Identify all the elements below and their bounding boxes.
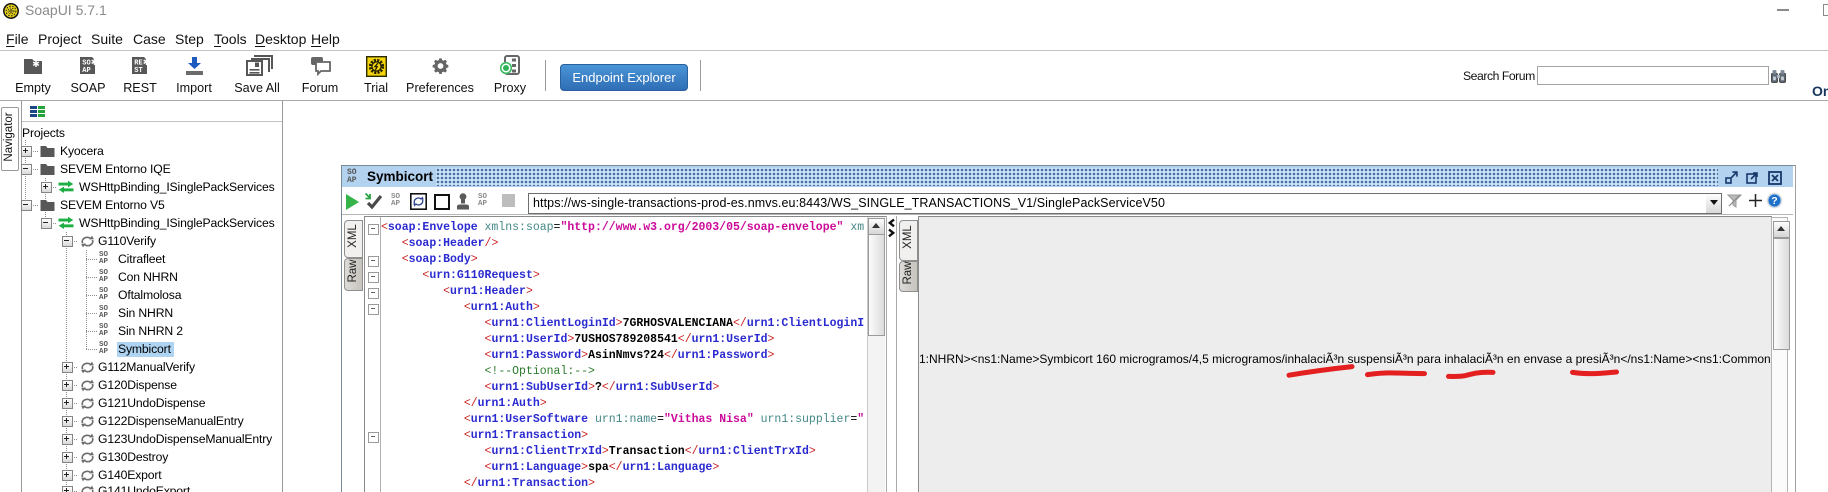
svg-text:✱: ✱ [143, 57, 151, 67]
svg-text:AP: AP [82, 67, 90, 75]
svg-text:ST: ST [134, 67, 142, 75]
svg-text:✱: ✱ [32, 59, 40, 69]
svg-text:✱: ✱ [91, 57, 99, 67]
svg-text:?: ? [1771, 195, 1777, 207]
